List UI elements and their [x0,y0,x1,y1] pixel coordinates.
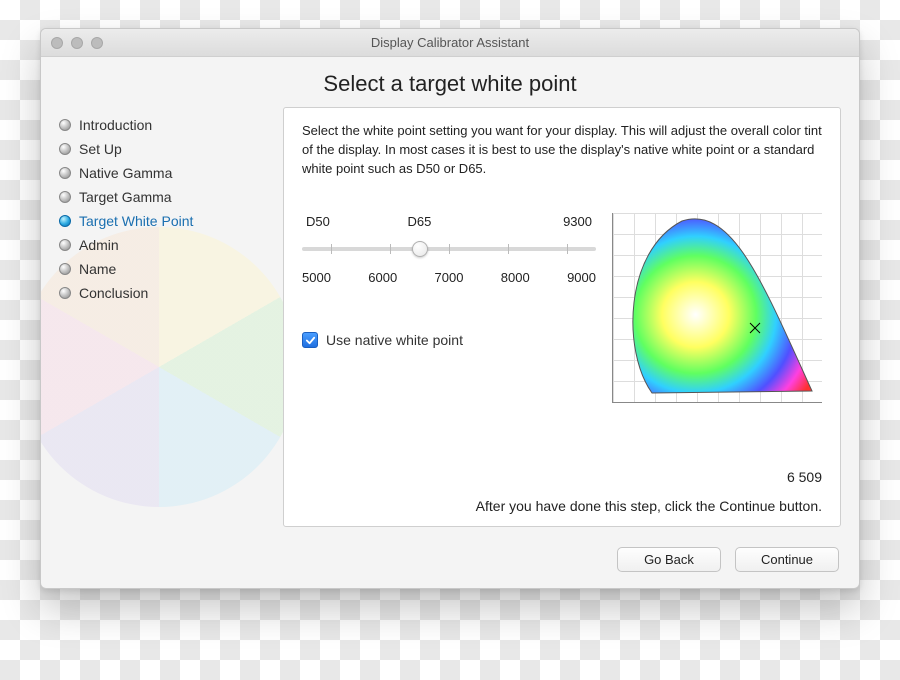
step-bullet-icon [59,263,71,275]
tick-6000: 6000 [368,269,397,288]
window: Display Calibrator Assistant Select a ta… [40,28,860,589]
step-label: Target Gamma [79,189,172,205]
footer: Go Back Continue [41,535,859,588]
step-bullet-icon [59,167,71,179]
tick-7000: 7000 [435,269,464,288]
step-label: Set Up [79,141,122,157]
titlebar: Display Calibrator Assistant [41,29,859,57]
zoom-icon[interactable] [91,37,103,49]
midrow: D50 D65 9300 5000 [302,213,822,403]
sidebar-step-native-gamma: Native Gamma [59,161,269,185]
slider-thumb[interactable] [412,241,428,257]
sidebar-step-conclusion: Conclusion [59,281,269,305]
tick-8000: 8000 [501,269,530,288]
slider-tick [390,244,391,254]
sidebar-step-target-gamma: Target Gamma [59,185,269,209]
native-white-point-label: Use native white point [326,330,463,350]
native-white-point-checkbox[interactable] [302,332,318,348]
tick-5000: 5000 [302,269,331,288]
white-point-slider[interactable] [302,239,596,259]
sidebar-step-admin: Admin [59,233,269,257]
native-white-point-row: Use native white point [302,330,596,350]
step-label: Name [79,261,116,277]
slider-tick [331,244,332,254]
body: Introduction Set Up Native Gamma Target Gam… [41,107,859,535]
traffic-lights [51,37,103,49]
step-label: Introduction [79,117,152,133]
sidebar-step-set-up: Set Up [59,137,269,161]
step-bullet-icon [59,119,71,131]
continue-button[interactable]: Continue [735,547,839,572]
go-back-button[interactable]: Go Back [617,547,721,572]
step-label: Target White Point [79,213,193,229]
sidebar-step-name: Name [59,257,269,281]
window-title: Display Calibrator Assistant [41,35,859,50]
preset-d65: D65 [408,213,432,232]
page-header: Select a target white point [41,57,859,107]
description-text: Select the white point setting you want … [302,122,822,179]
checkmark-icon [305,335,316,346]
step-bullet-icon [59,239,71,251]
step-bullet-icon [59,191,71,203]
step-label: Native Gamma [79,165,172,181]
step-label: Admin [79,237,119,253]
step-list: Introduction Set Up Native Gamma Target Gam… [59,113,269,305]
step-bullet-icon [59,287,71,299]
slider-tick [508,244,509,254]
sidebar: Introduction Set Up Native Gamma Target Gam… [59,107,269,527]
chromaticity-diagram [612,213,822,403]
sidebar-step-target-white-point: Target White Point [59,209,269,233]
preset-9300: 9300 [563,213,592,232]
slider-tick [449,244,450,254]
content-panel: Select the white point setting you want … [283,107,841,527]
sidebar-step-introduction: Introduction [59,113,269,137]
step-label: Conclusion [79,285,148,301]
slider-area: D50 D65 9300 5000 [302,213,596,351]
step-bullet-icon [59,143,71,155]
close-icon[interactable] [51,37,63,49]
preset-d50: D50 [306,213,330,232]
slider-preset-labels: D50 D65 9300 [302,213,596,238]
current-white-point-value: 6 509 [302,467,822,487]
after-text: After you have done this step, click the… [302,496,822,516]
slider-tick [567,244,568,254]
slider-tick-labels: 5000 6000 7000 8000 9000 [302,265,596,288]
tick-9000: 9000 [567,269,596,288]
chromaticity-shape-icon [612,211,824,403]
step-bullet-icon [59,215,71,227]
minimize-icon[interactable] [71,37,83,49]
page-title: Select a target white point [41,71,859,97]
